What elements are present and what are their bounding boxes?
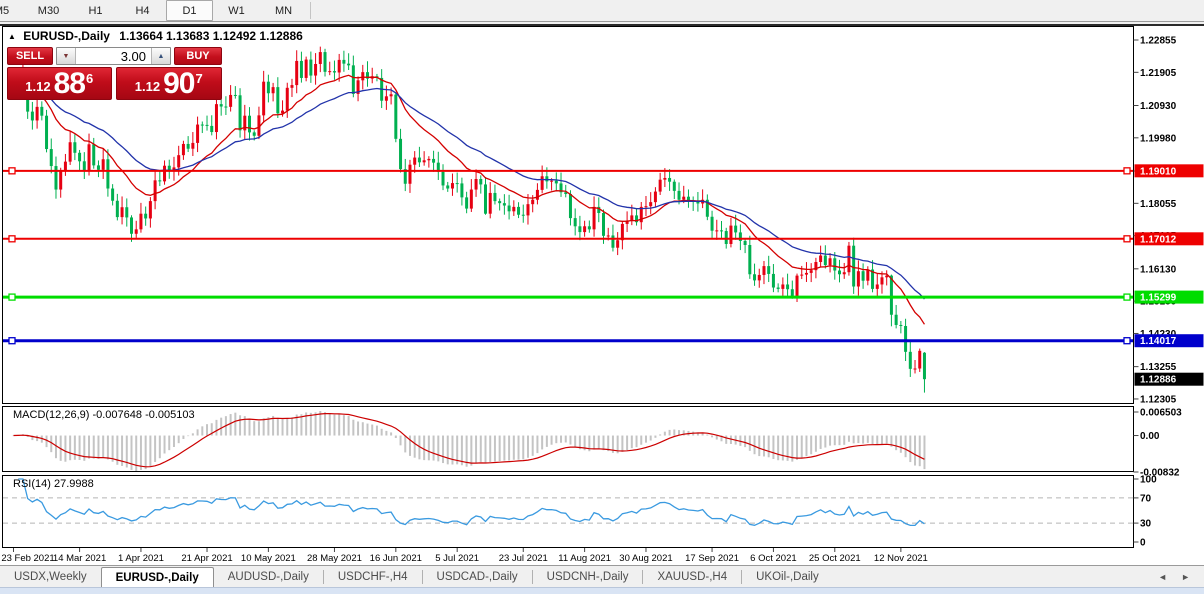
volume-decrease-icon[interactable]: ▼ bbox=[57, 48, 76, 64]
sell-price-big: 88 bbox=[54, 69, 85, 99]
svg-text:0.006503: 0.006503 bbox=[1140, 408, 1182, 419]
svg-text:1.18055: 1.18055 bbox=[1140, 199, 1177, 210]
svg-text:70: 70 bbox=[1140, 493, 1152, 504]
svg-text:1.13255: 1.13255 bbox=[1140, 362, 1177, 373]
timeframe-button-d1[interactable]: D1 bbox=[166, 0, 213, 21]
svg-text:1.20930: 1.20930 bbox=[1140, 101, 1177, 112]
tab-usdx-weekly[interactable]: USDX,Weekly bbox=[0, 566, 101, 588]
tab-ukoil-daily[interactable]: UKOil-,Daily bbox=[742, 566, 833, 588]
macd-indicator-label: MACD(12,26,9) -0.007648 -0.005103 bbox=[13, 409, 195, 421]
svg-text:1 Apr 2021: 1 Apr 2021 bbox=[118, 553, 164, 564]
tab-audusd-daily[interactable]: AUDUSD-,Daily bbox=[214, 566, 323, 588]
svg-text:14 Mar 2021: 14 Mar 2021 bbox=[53, 553, 106, 564]
svg-text:23 Jul 2021: 23 Jul 2021 bbox=[499, 553, 548, 564]
svg-text:6 Oct 2021: 6 Oct 2021 bbox=[750, 553, 796, 564]
pane-borders bbox=[3, 27, 1134, 548]
timeframe-button-h4[interactable]: H4 bbox=[119, 0, 166, 21]
chart-window: 1.228551.219051.209301.199801.190051.180… bbox=[0, 24, 1204, 567]
tab-usdcad-daily[interactable]: USDCAD-,Daily bbox=[423, 566, 532, 588]
svg-text:21 Apr 2021: 21 Apr 2021 bbox=[181, 553, 232, 564]
timeframe-toolbar: M5M30H1H4D1W1MN bbox=[0, 0, 1204, 22]
toolbar-divider bbox=[310, 2, 311, 19]
svg-text:30 Aug 2021: 30 Aug 2021 bbox=[619, 553, 672, 564]
timeframe-button-m30[interactable]: M30 bbox=[25, 0, 72, 21]
status-strip bbox=[0, 587, 1204, 594]
rsi-pane bbox=[3, 479, 1134, 525]
timeframe-button-w1[interactable]: W1 bbox=[213, 0, 260, 21]
svg-text:28 May 2021: 28 May 2021 bbox=[307, 553, 362, 564]
tab-scroll-left-icon[interactable]: ◄ bbox=[1158, 572, 1167, 582]
svg-text:30: 30 bbox=[1140, 519, 1152, 530]
svg-text:100: 100 bbox=[1140, 475, 1157, 486]
svg-text:1.14017: 1.14017 bbox=[1140, 336, 1177, 347]
buy-price-button[interactable]: 1.12 90 7 bbox=[116, 67, 223, 100]
svg-text:25 Oct 2021: 25 Oct 2021 bbox=[809, 553, 861, 564]
svg-text:1.12305: 1.12305 bbox=[1140, 394, 1177, 405]
sell-button[interactable]: SELL bbox=[7, 47, 53, 65]
timeframe-button-mn[interactable]: MN bbox=[260, 0, 307, 21]
tab-usdchf-h4[interactable]: USDCHF-,H4 bbox=[324, 566, 422, 588]
svg-text:1.12886: 1.12886 bbox=[1140, 375, 1177, 386]
sell-price-button[interactable]: 1.12 88 6 bbox=[7, 67, 112, 100]
horizontal-line-objects[interactable] bbox=[3, 168, 1134, 344]
timeframe-button-m5[interactable]: M5 bbox=[0, 0, 25, 21]
buy-price-big: 90 bbox=[163, 69, 194, 99]
tab-scroll-right-icon[interactable]: ► bbox=[1181, 572, 1190, 582]
one-click-trade-widget: SELL ▼ 3.00 ▲ BUY 1.12 88 6 1.12 90 7 bbox=[7, 47, 222, 100]
collapse-chart-icon[interactable]: ▲ bbox=[8, 32, 16, 41]
svg-text:10 May 2021: 10 May 2021 bbox=[241, 553, 296, 564]
rsi-indicator-label: RSI(14) 27.9988 bbox=[13, 478, 94, 490]
svg-text:17 Sep 2021: 17 Sep 2021 bbox=[685, 553, 739, 564]
svg-text:0: 0 bbox=[1140, 538, 1146, 549]
tab-usdcnh-daily[interactable]: USDCNH-,Daily bbox=[533, 566, 643, 588]
svg-text:1.16130: 1.16130 bbox=[1140, 264, 1177, 275]
chart-ohlc-values: 1.13664 1.13683 1.12492 1.12886 bbox=[119, 29, 303, 43]
svg-text:0.00: 0.00 bbox=[1140, 431, 1160, 442]
svg-text:5 Jul 2021: 5 Jul 2021 bbox=[435, 553, 479, 564]
tab-xauusd-h4[interactable]: XAUUSD-,H4 bbox=[643, 566, 741, 588]
svg-text:1.19980: 1.19980 bbox=[1140, 133, 1177, 144]
buy-price-prefix: 1.12 bbox=[135, 79, 160, 94]
svg-text:1.21905: 1.21905 bbox=[1140, 68, 1177, 79]
volume-spinner: ▼ 3.00 ▲ bbox=[56, 47, 171, 65]
volume-increase-icon[interactable]: ▲ bbox=[151, 48, 170, 64]
svg-text:11 Aug 2021: 11 Aug 2021 bbox=[558, 553, 611, 564]
time-axis: 23 Feb 202114 Mar 2021 1 Apr 2021 21 Apr 2… bbox=[1, 548, 927, 564]
mt4-terminal: M5M30H1H4D1W1MN 1.22855 1.21905 1.20930 1.1… bbox=[0, 0, 1204, 594]
sell-price-prefix: 1.12 bbox=[25, 79, 50, 94]
buy-price-pip: 7 bbox=[195, 71, 202, 86]
buy-button[interactable]: BUY bbox=[174, 47, 222, 65]
tab-scroll-arrows: ◄► bbox=[1158, 566, 1204, 588]
svg-text:1.19010: 1.19010 bbox=[1140, 166, 1177, 177]
sell-price-pip: 6 bbox=[86, 71, 93, 86]
svg-text:1.22855: 1.22855 bbox=[1140, 36, 1177, 47]
volume-input[interactable]: 3.00 bbox=[76, 48, 151, 64]
svg-text:12 Nov 2021: 12 Nov 2021 bbox=[874, 553, 928, 564]
svg-text:1.17012: 1.17012 bbox=[1140, 234, 1177, 245]
svg-text:1.15299: 1.15299 bbox=[1140, 293, 1177, 304]
svg-text:16 Jun 2021: 16 Jun 2021 bbox=[370, 553, 422, 564]
svg-text:23 Feb 2021: 23 Feb 2021 bbox=[1, 553, 54, 564]
price-chart-canvas[interactable]: 1.228551.219051.209301.199801.190051.180… bbox=[0, 26, 1204, 567]
chart-symbol-label: EURUSD-,Daily bbox=[23, 29, 110, 43]
tab-eurusd-daily[interactable]: EURUSD-,Daily bbox=[101, 567, 214, 588]
timeframe-button-h1[interactable]: H1 bbox=[72, 0, 119, 21]
chart-title: ▲ EURUSD-,Daily 1.13664 1.13683 1.12492 … bbox=[8, 29, 303, 43]
symbol-tab-bar: USDX,WeeklyEURUSD-,DailyAUDUSD-,DailyUSD… bbox=[0, 565, 1204, 588]
